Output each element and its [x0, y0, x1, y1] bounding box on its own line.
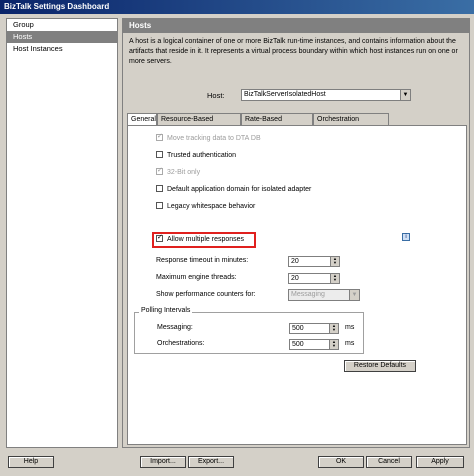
- import-button[interactable]: Import...: [140, 456, 186, 468]
- host-select[interactable]: BizTalkServerIsolatedHost ▼: [241, 89, 411, 101]
- messaging-unit: ms: [345, 324, 355, 331]
- checkbox-move-tracking-data[interactable]: Move tracking data to DTA DB: [156, 132, 261, 144]
- highlight-box: [152, 232, 256, 248]
- response-timeout-input[interactable]: 20 ▲ ▼: [288, 256, 340, 267]
- checkbox-32-bit-only[interactable]: 32-Bit only: [156, 166, 200, 178]
- help-button[interactable]: Help: [8, 456, 54, 468]
- navigation-tree: Group Hosts Host Instances: [6, 18, 118, 448]
- general-tab-panel: Move tracking data to DTA DB Trusted aut…: [127, 125, 467, 445]
- chevron-down-icon[interactable]: ▼: [349, 290, 359, 300]
- stepper-arrows-icon[interactable]: ▲ ▼: [329, 324, 338, 333]
- checkbox-box[interactable]: [156, 132, 163, 142]
- host-select-value: BizTalkServerIsolatedHost: [244, 91, 326, 98]
- tab-general[interactable]: General: [127, 113, 157, 125]
- tab-resource-based-throttling[interactable]: Resource-Based Throttling: [157, 113, 241, 134]
- info-icon[interactable]: i: [402, 233, 410, 241]
- messaging-interval-input[interactable]: 500 ▲ ▼: [289, 323, 339, 334]
- hosts-panel: Hosts A host is a logical container of o…: [122, 18, 470, 448]
- max-engine-threads-label: Maximum engine threads:: [156, 274, 237, 281]
- polling-intervals-title: Polling Intervals: [139, 307, 193, 314]
- checkbox-default-app-domain[interactable]: Default application domain for isolated …: [156, 185, 311, 195]
- nav-item-host-instances[interactable]: Host Instances: [7, 43, 117, 55]
- orchestrations-interval-input[interactable]: 500 ▲ ▼: [289, 339, 339, 350]
- footer-buttons: Help Import... Export... OK Cancel Apply: [0, 450, 474, 476]
- host-label: Host:: [207, 91, 225, 100]
- nav-item-hosts[interactable]: Hosts: [7, 31, 117, 43]
- checkbox-box[interactable]: [156, 151, 163, 158]
- cancel-button[interactable]: Cancel: [366, 456, 412, 468]
- main-area: Group Hosts Host Instances Hosts A host …: [4, 16, 470, 448]
- chevron-down-icon[interactable]: ▼: [400, 90, 410, 100]
- nav-item-group[interactable]: Group: [7, 19, 117, 31]
- messaging-label: Messaging:: [157, 324, 193, 331]
- response-timeout-label: Response timeout in minutes:: [156, 257, 249, 264]
- tab-orchestration-throttling[interactable]: Orchestration Throttling: [313, 113, 389, 134]
- hosts-header: Hosts: [123, 19, 469, 33]
- orchestrations-unit: ms: [345, 340, 355, 347]
- hosts-description: A host is a logical container of one or …: [129, 38, 458, 65]
- window-title: BizTalk Settings Dashboard: [0, 0, 474, 14]
- max-engine-threads-input[interactable]: 20 ▲ ▼: [288, 273, 340, 284]
- checkbox-trusted-authentication[interactable]: Trusted authentication: [156, 151, 236, 161]
- perf-counters-label: Show performance counters for:: [156, 291, 256, 298]
- polling-intervals-group: Polling Intervals Messaging: 500 ▲ ▼ ms O…: [134, 307, 364, 354]
- ok-button[interactable]: OK: [318, 456, 364, 468]
- export-button[interactable]: Export...: [188, 456, 234, 468]
- checkbox-box[interactable]: [156, 166, 163, 176]
- host-row: Host: BizTalkServerIsolatedHost ▼: [123, 89, 469, 103]
- stepper-arrows-icon[interactable]: ▲ ▼: [330, 274, 339, 283]
- checkbox-box[interactable]: [156, 185, 163, 192]
- checkbox-box[interactable]: [156, 202, 163, 209]
- restore-defaults-button[interactable]: Restore Defaults: [344, 360, 416, 372]
- orchestrations-label: Orchestrations:: [157, 340, 205, 347]
- stepper-arrows-icon[interactable]: ▲ ▼: [330, 257, 339, 266]
- apply-button[interactable]: Apply: [416, 456, 464, 468]
- tab-rate-based-throttling[interactable]: Rate-Based Throttling: [241, 113, 313, 134]
- stepper-arrows-icon[interactable]: ▲ ▼: [329, 340, 338, 349]
- checkbox-legacy-whitespace[interactable]: Legacy whitespace behavior: [156, 202, 255, 212]
- perf-counters-select[interactable]: Messaging ▼: [288, 289, 360, 301]
